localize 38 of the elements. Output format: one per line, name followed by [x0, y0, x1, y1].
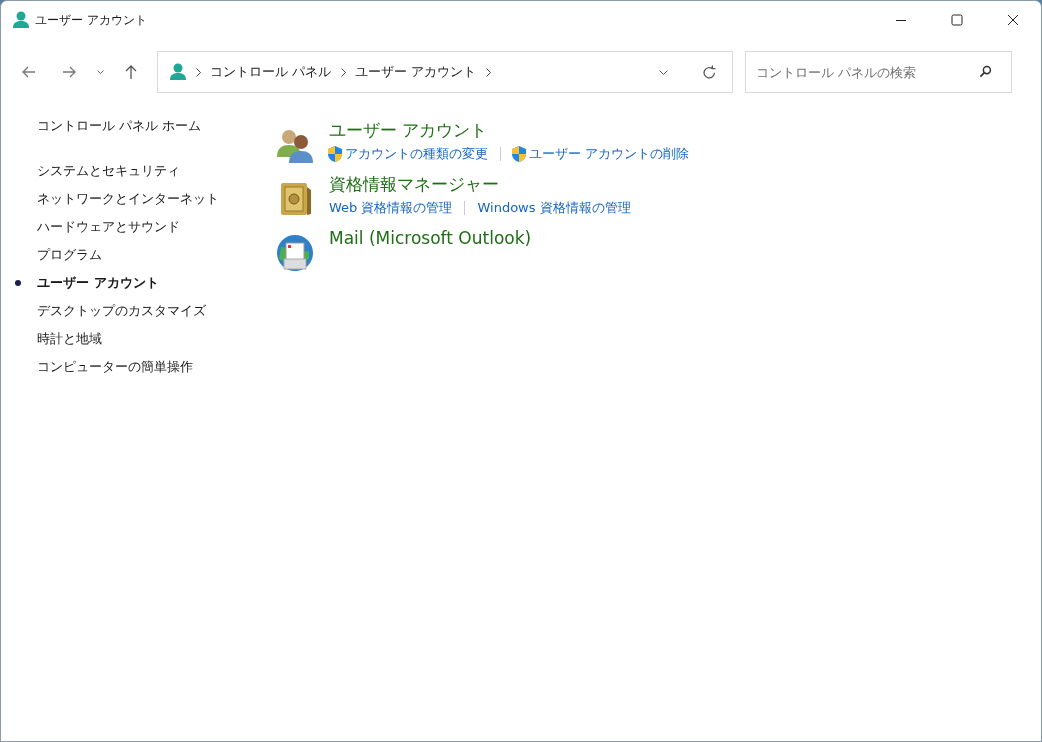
sidebar-link[interactable]: コントロール パネル ホーム	[37, 117, 255, 145]
sidebar-item[interactable]: ハードウェアとサウンド	[37, 218, 180, 236]
window-title: ユーザー アカウント	[35, 11, 147, 29]
chevron-icon[interactable]	[485, 67, 491, 77]
category-link[interactable]: ユーザー アカウント	[329, 120, 488, 140]
minimize-icon	[895, 19, 907, 21]
forward-arrow-icon	[62, 66, 76, 78]
caret-icon	[658, 69, 668, 75]
sidebar-item[interactable]: ユーザー アカウント	[37, 274, 159, 292]
refresh-icon	[702, 65, 716, 79]
chevron-icon	[340, 67, 346, 77]
close-icon	[1007, 14, 1019, 26]
breadcrumb-item[interactable]: コントロール パネル	[206, 63, 336, 81]
back-arrow-icon	[22, 66, 36, 78]
sidebar-item[interactable]: ネットワークとインターネット	[37, 190, 219, 208]
chevron-icon	[195, 67, 201, 77]
category-link[interactable]: Mail (Microsoft Outlook)	[329, 228, 532, 248]
category-link[interactable]: 資格情報マネージャー	[329, 174, 499, 194]
task-link[interactable]: アカウントの種類の変更	[345, 145, 488, 163]
caret-icon	[96, 70, 104, 74]
search-field[interactable]: コントロール パネルの検索	[745, 51, 1012, 93]
user-icon	[13, 11, 29, 29]
user-icon	[170, 63, 186, 81]
sidebar-item[interactable]: プログラム	[37, 246, 102, 264]
maximize-icon	[951, 14, 963, 26]
task-link[interactable]: Web 資格情報の管理	[329, 199, 453, 217]
task-link[interactable]: ユーザー アカウントの削除	[529, 145, 690, 163]
task-link[interactable]: Windows 資格情報の管理	[477, 199, 631, 217]
sidebar-item[interactable]: コンピューターの簡単操作	[37, 358, 193, 376]
search-icon	[979, 65, 992, 78]
up-arrow-icon	[125, 64, 137, 80]
globe-mail-icon	[275, 233, 315, 273]
sidebar-item[interactable]: 時計と地域	[37, 330, 102, 348]
address-bar[interactable]: コントロール パネル ユーザー アカウント	[157, 51, 733, 93]
selected-dot	[15, 280, 21, 286]
breadcrumb-item[interactable]: ユーザー アカウント	[351, 63, 481, 81]
sidebar-item[interactable]: デスクトップのカスタマイズ	[37, 302, 206, 320]
sidebar-item[interactable]: システムとセキュリティ	[37, 162, 180, 180]
